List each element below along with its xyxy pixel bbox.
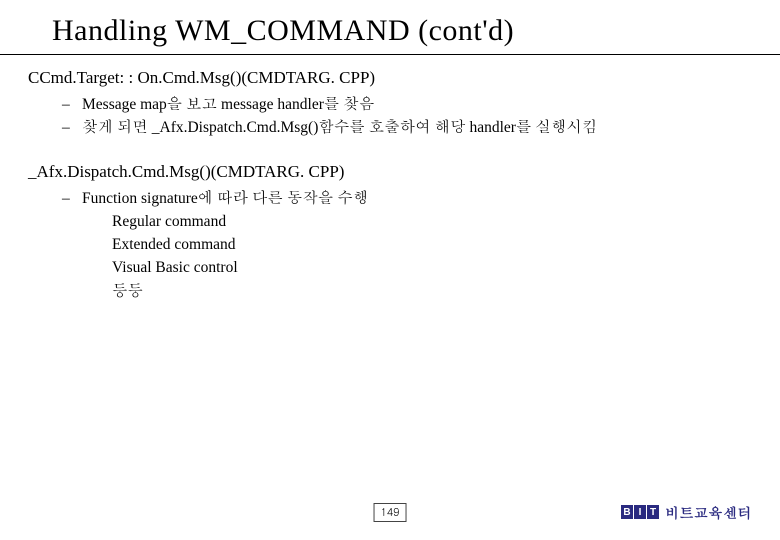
- bullet-list-2: Function signature에 따라 다른 동작을 수행: [28, 187, 752, 210]
- sub-item: Visual Basic control: [112, 256, 752, 279]
- brand-logo-icon: B I T: [621, 505, 659, 519]
- content-body: CCmd.Target: : On.Cmd.Msg()(CMDTARG. CPP…: [0, 55, 780, 303]
- slide: Handling WM_COMMAND (cont'd) CCmd.Target…: [0, 0, 780, 540]
- bullet-list-1: Message map을 보고 message handler를 찾음 찾게 되…: [28, 93, 752, 140]
- logo-letter: T: [647, 505, 659, 519]
- section-heading-1: CCmd.Target: : On.Cmd.Msg()(CMDTARG. CPP…: [28, 65, 752, 91]
- page-number: 149: [374, 503, 407, 522]
- brand: B I T 비트교육센터: [621, 502, 752, 522]
- brand-text: 비트교육센터: [665, 502, 752, 522]
- sub-list: Regular command Extended command Visual …: [28, 210, 752, 303]
- title-area: Handling WM_COMMAND (cont'd): [0, 0, 780, 55]
- list-item: 찾게 되면 _Afx.Dispatch.Cmd.Msg()함수를 호출하여 해당…: [62, 116, 752, 139]
- slide-title: Handling WM_COMMAND (cont'd): [0, 14, 780, 48]
- logo-letter: B: [621, 505, 633, 519]
- sub-item: Extended command: [112, 233, 752, 256]
- list-item: Function signature에 따라 다른 동작을 수행: [62, 187, 752, 210]
- logo-letter: I: [634, 505, 646, 519]
- list-item: Message map을 보고 message handler를 찾음: [62, 93, 752, 116]
- sub-item: Regular command: [112, 210, 752, 233]
- sub-item: 등등: [112, 280, 752, 303]
- section-heading-2: _Afx.Dispatch.Cmd.Msg()(CMDTARG. CPP): [28, 159, 752, 185]
